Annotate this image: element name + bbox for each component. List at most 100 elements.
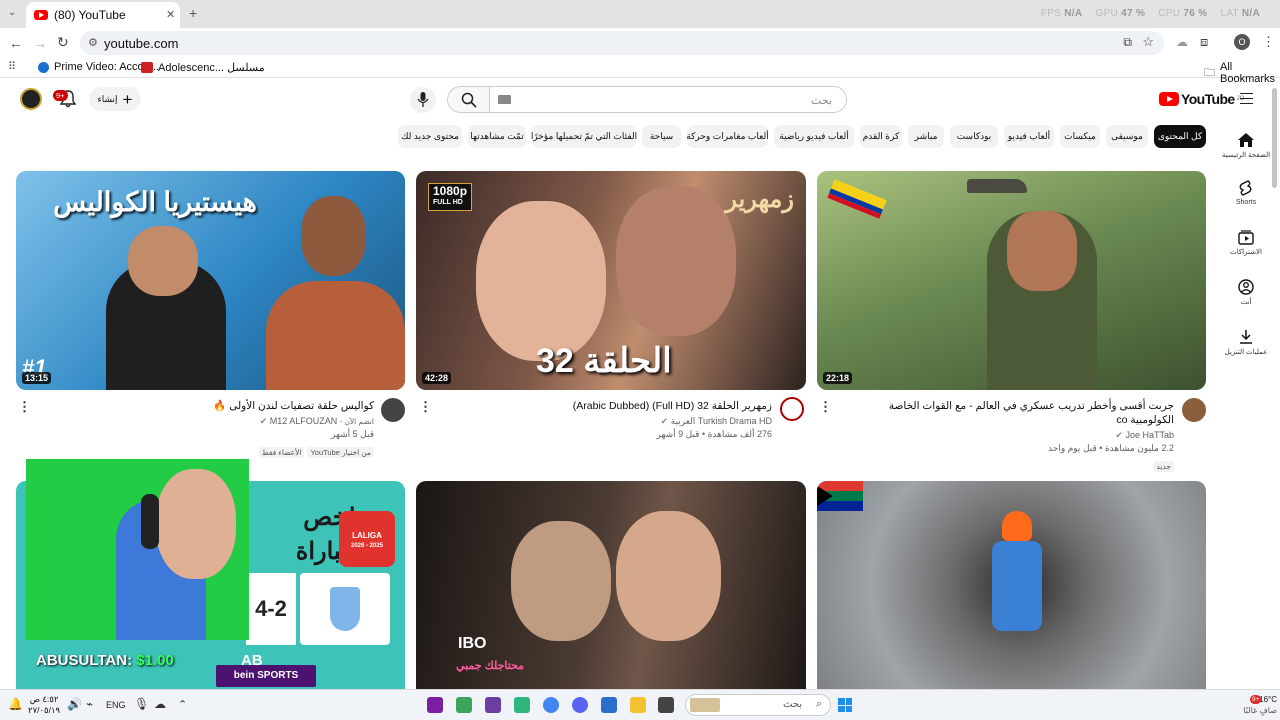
video-thumbnail[interactable] — [817, 481, 1206, 689]
youtube-pick-badge: من اختيار YouTube — [307, 447, 374, 458]
file-explorer-icon[interactable] — [630, 697, 646, 713]
chrome-icon[interactable] — [543, 697, 559, 713]
new-badge: جديد — [1153, 461, 1174, 472]
chip-sports-games[interactable]: ألعاب فيديو رياضية — [774, 125, 854, 148]
network-icon[interactable]: ⌁ — [86, 697, 93, 711]
channel-name[interactable]: Turkish Drama HD العربية ✔ — [480, 415, 772, 428]
microphone-icon — [417, 92, 429, 107]
language-indicator[interactable]: ENG — [106, 700, 126, 710]
video-thumbnail[interactable]: 22:18 — [817, 171, 1206, 390]
video-title[interactable]: جربت أقسى وأخطر تدريب عسكري في العالم - … — [880, 399, 1174, 427]
sidebar-item-home[interactable]: الصفحة الرئيسية — [1222, 132, 1270, 159]
chip-new-for-you[interactable]: محتوى جديد لك — [398, 125, 462, 148]
install-icon[interactable]: ⧉ — [1123, 35, 1132, 50]
new-tab-icon[interactable]: + — [189, 5, 197, 21]
chip-music[interactable]: موسيقى — [1106, 125, 1148, 148]
chip-podcasts[interactable]: بودكاست — [950, 125, 998, 148]
start-windows-icon[interactable] — [838, 698, 852, 712]
tab-close-icon[interactable]: ✕ — [166, 8, 175, 21]
channel-name[interactable]: انضم الآن - M12 ALFOUZAN ✔ — [80, 415, 374, 428]
url-field[interactable]: ⚙ youtube.com ⧉ ☆ — [80, 31, 1164, 55]
app-icon[interactable] — [514, 697, 530, 713]
chip-action-adventure[interactable]: ألعاب مغامرات وحركة — [686, 125, 769, 148]
app-icon[interactable] — [427, 697, 443, 713]
video-title[interactable]: زمهرير الحلقة 32 (Full HD) (Arabic Dubbe… — [480, 399, 772, 413]
tab-search-icon[interactable]: ⌄ — [8, 7, 16, 18]
taskbar-search-input[interactable]: بحث ⌕ — [685, 694, 831, 716]
hamburger-menu-icon[interactable] — [1240, 93, 1253, 104]
bookmark-adolescence[interactable]: Adolescenc... مسلسل — [141, 61, 265, 74]
discord-icon[interactable] — [572, 697, 588, 713]
bookmark-site-icon — [141, 62, 153, 73]
channel-avatar[interactable] — [1182, 398, 1206, 422]
chip-travel[interactable]: سياحة — [642, 125, 681, 148]
home-icon — [1238, 133, 1254, 147]
task-view-icon[interactable] — [658, 697, 674, 713]
channel-avatar[interactable] — [381, 398, 405, 422]
bookmarks-bar: ⠿ Prime Video: Accou... Adolescenc... مس… — [0, 58, 1280, 85]
more-options-icon[interactable]: ⋮ — [419, 400, 432, 414]
volume-icon[interactable]: 🔊 — [67, 697, 82, 711]
chip-mixes[interactable]: ميكسات — [1060, 125, 1100, 148]
video-title[interactable]: كواليس حلقة تصفيات لندن الأولى 🔥 — [80, 399, 374, 413]
voice-search-button[interactable] — [410, 87, 436, 113]
video-thumbnail[interactable]: هيستيريا الكواليس #1 13:15 — [16, 171, 405, 390]
youtube-logo[interactable]: YouTube JO — [1159, 91, 1244, 107]
sidebar-item-downloads[interactable]: عمليات التنزيل — [1222, 329, 1270, 356]
chip-all[interactable]: كل المحتوى — [1154, 125, 1206, 148]
onedrive-icon[interactable]: ☁ — [154, 697, 166, 711]
downloads-icon — [1240, 330, 1252, 344]
keyboard-icon[interactable] — [498, 95, 511, 104]
chip-football[interactable]: كرة القدم — [860, 125, 902, 148]
sidebar-item-shorts[interactable]: Shorts — [1222, 180, 1270, 206]
channel-avatar[interactable] — [780, 397, 804, 421]
more-options-icon[interactable]: ⋮ — [18, 400, 31, 414]
notification-center-icon[interactable]: 🔔 — [8, 697, 23, 711]
match-score: 4-2 — [246, 573, 296, 645]
microphone-tray-icon[interactable]: 🎙 — [134, 697, 149, 711]
store-icon[interactable] — [601, 697, 617, 713]
reload-icon[interactable]: ↻ — [57, 34, 69, 51]
youtube-favicon-icon — [34, 10, 48, 20]
profile-avatar[interactable]: O — [1234, 34, 1250, 50]
tray-chevron-icon[interactable]: ⌃ — [178, 698, 187, 711]
url-text: youtube.com — [104, 35, 179, 51]
chip-video-games[interactable]: ألعاب فيديو — [1004, 125, 1054, 148]
video-thumbnail[interactable]: IBO محتاجلك جمبي — [416, 481, 806, 689]
bookmark-star-icon[interactable]: ☆ — [1142, 34, 1154, 50]
browser-menu-icon[interactable]: ⋮ — [1262, 34, 1275, 50]
weather-badge: 9+ — [1250, 695, 1262, 704]
helicopter-icon — [967, 179, 1027, 193]
channel-name[interactable]: Joe HaTTab ✔ — [880, 429, 1174, 442]
site-info-icon[interactable]: ⚙ — [88, 36, 98, 49]
apps-grid-icon[interactable]: ⠿ — [8, 60, 16, 73]
sidebar-item-you[interactable]: أنت — [1222, 279, 1270, 306]
back-icon[interactable]: ← — [9, 35, 23, 51]
extensions-icon[interactable]: ⧈ — [1200, 34, 1208, 50]
forward-icon[interactable]: → — [33, 35, 47, 51]
search-button[interactable] — [447, 86, 489, 113]
game-launcher-icon[interactable] — [456, 697, 472, 713]
more-options-icon[interactable]: ⋮ — [819, 400, 832, 414]
app-icon[interactable] — [485, 697, 501, 713]
video-meta: كواليس حلقة تصفيات لندن الأولى 🔥 انضم ال… — [80, 399, 374, 460]
account-avatar[interactable] — [20, 88, 42, 110]
sidebar-item-subscriptions[interactable]: الاشتراكات — [1222, 229, 1270, 256]
tab-youtube[interactable]: (80) YouTube ✕ — [26, 2, 180, 28]
page-scrollbar[interactable] — [1272, 88, 1277, 188]
song-title-overlay: محتاجلك جمبي — [456, 660, 525, 672]
chip-live[interactable]: مباشر — [908, 125, 944, 148]
helmet-figure — [1002, 511, 1032, 541]
extension-cloud-icon[interactable]: ☁ — [1176, 35, 1188, 49]
youtube-play-icon — [1159, 92, 1179, 106]
create-button[interactable]: إنشاء + — [89, 87, 141, 111]
video-thumbnail[interactable]: 1080p FULL HD زمهرير الحلقة 32 42:28 — [416, 171, 806, 390]
thumbnail-headline: هيستيريا الكواليس — [53, 187, 257, 217]
search-input[interactable]: بحث — [489, 86, 847, 113]
face-figure — [511, 521, 611, 641]
quality-badge: 1080p FULL HD — [428, 183, 473, 211]
windows-taskbar: 16°C صافٍ غالبًا 9+ بحث ⌕ ⌃ ☁ 🎙 ENG ⌁ 🔊 … — [0, 689, 1280, 720]
chip-watched[interactable]: تمّت مشاهدتها — [468, 125, 526, 148]
clock[interactable]: ٤:٥٢ ص ٢٧/٠٥/١٩ — [28, 694, 60, 716]
chip-recently-uploaded[interactable]: الفئات التي تمّ تحميلها مؤخرًا — [531, 125, 637, 148]
